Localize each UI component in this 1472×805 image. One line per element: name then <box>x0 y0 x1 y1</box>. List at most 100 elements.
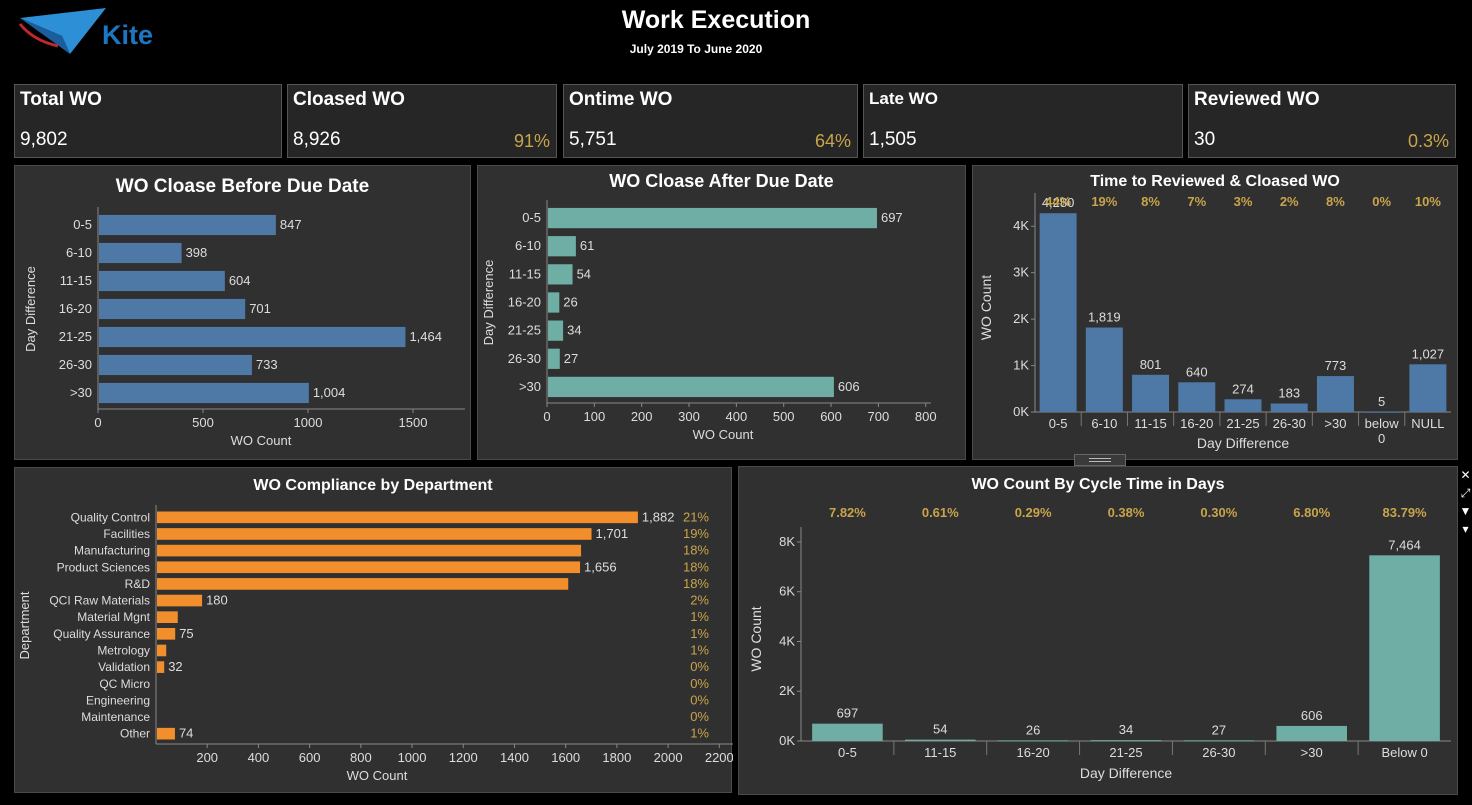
bar <box>99 382 309 404</box>
category-label: Engineering <box>86 693 150 707</box>
chart-title: WO Compliance by Department <box>253 477 493 494</box>
data-label: 733 <box>256 357 278 372</box>
x-tick-label: 300 <box>678 409 700 424</box>
expand-icon[interactable]: ⤢ <box>1459 484 1472 502</box>
data-label: 1,656 <box>584 559 617 574</box>
category-label: 0-5 <box>73 217 92 232</box>
bar <box>548 376 834 398</box>
bar <box>812 723 883 741</box>
chart-before-due[interactable]: 0-5 847 6-10 398 11-15 604 16-20 701 21-25 1,464 2… <box>15 166 472 461</box>
close-icon[interactable]: ✕ <box>1459 466 1472 484</box>
bar <box>157 611 178 624</box>
bar <box>157 644 167 657</box>
data-label: 27 <box>1212 722 1226 737</box>
x-tick-label: 500 <box>192 415 214 430</box>
category-label: 0-5 <box>838 745 857 760</box>
data-label: 398 <box>186 245 208 260</box>
bar <box>1039 213 1077 412</box>
data-label: 1,027 <box>1412 346 1445 361</box>
bar <box>1409 364 1447 412</box>
percent-label: 21% <box>683 509 709 524</box>
bar <box>905 739 976 741</box>
x-tick-label: 600 <box>299 750 321 765</box>
data-label: 27 <box>564 351 578 366</box>
percent-label: 2% <box>690 593 709 608</box>
date-range: July 2019 To June 2020 <box>629 42 763 56</box>
y-axis-title: Department <box>17 591 32 659</box>
percent-label: 0.61% <box>922 505 959 520</box>
category-label: 21-25 <box>1109 745 1142 760</box>
y-tick-label: 4K <box>1013 218 1029 233</box>
x-axis-title: Day Difference <box>1080 765 1173 781</box>
category-label: 26-30 <box>1273 416 1306 431</box>
category-label: Material Mgnt <box>77 610 150 624</box>
percent-label: 7.82% <box>829 505 866 520</box>
kpi-late-wo[interactable]: Late WO 1,505 <box>863 84 1183 158</box>
chart-panel-before-due[interactable]: 0-5 847 6-10 398 11-15 604 16-20 701 21-25 1,464 2… <box>14 165 471 460</box>
kpi-label: Total WO <box>20 89 102 110</box>
category-label: Manufacturing <box>74 544 150 558</box>
chart-panel-cycle-time[interactable]: 0K 2K 4K 6K 8K 697 0-5 7.82% 54 11-15 0.61% 26 16-20… <box>738 466 1458 795</box>
x-tick-label: 1200 <box>449 750 478 765</box>
chart-panel-department[interactable]: Quality Control 1,882 21% Facilities 1,701 19… <box>14 467 733 794</box>
y-tick-label: 1K <box>1013 358 1029 373</box>
category-label: >30 <box>519 379 541 394</box>
y-axis-title: Day Difference <box>481 260 496 346</box>
category-label: 21-25 <box>59 329 92 344</box>
category-label: 26-30 <box>59 357 92 372</box>
category-label: R&D <box>125 577 151 591</box>
more-options-icon[interactable]: ▾ <box>1459 520 1472 538</box>
percent-label: 0% <box>690 676 709 691</box>
bar <box>157 661 165 673</box>
kpi-value: 30 <box>1194 129 1216 150</box>
y-tick-label: 0K <box>779 733 795 748</box>
chart-department[interactable]: Quality Control 1,882 21% Facilities 1,701 19… <box>15 468 733 794</box>
chart-time-to-reviewed[interactable]: 0K1K2K3K4K4,2800-544%1,8196-1019%80111-1… <box>973 166 1459 461</box>
kpi-total-wo[interactable]: Total WO 9,802 <box>14 84 282 158</box>
y-tick-label: 8K <box>779 534 795 549</box>
category-label: 11-15 <box>509 266 541 281</box>
x-tick-label: 800 <box>350 750 372 765</box>
y-tick-label: 2K <box>779 683 795 698</box>
category-label: Validation <box>98 660 150 674</box>
data-label: 74 <box>179 726 193 741</box>
chart-title: WO Count By Cycle Time in Days <box>971 476 1225 493</box>
panel-resize-handle[interactable] <box>1074 454 1126 466</box>
bar <box>99 298 246 320</box>
kpi-ontime-wo[interactable]: Ontime WO 5,751 64% <box>563 84 858 158</box>
x-tick-label: 1000 <box>398 750 427 765</box>
percent-label: 1% <box>690 642 709 657</box>
kpi-reviewed-wo[interactable]: Reviewed WO 30 0.3% <box>1188 84 1456 158</box>
chart-after-due[interactable]: 0-5 697 6-10 61 11-15 54 16-20 26 21-25 34 26-30 27… <box>478 166 967 461</box>
percent-label: 18% <box>683 543 709 558</box>
chart-panel-time-to-reviewed[interactable]: 0K 1K 2K 3K 4K 4,280 0-5 44% 1,819 6-10 19% 801 11-1… <box>972 165 1458 460</box>
data-label: 54 <box>933 722 947 737</box>
category-label: QC Micro <box>99 677 150 691</box>
side-toolbar: ✕ ⤢ ▼ ▾ <box>1459 466 1472 550</box>
x-tick-label: 0 <box>94 415 101 430</box>
bar <box>548 320 564 341</box>
category-label: Metrology <box>97 643 150 657</box>
filter-icon[interactable]: ▼ <box>1459 502 1472 520</box>
bar <box>1085 327 1123 412</box>
data-label: 183 <box>1278 386 1300 401</box>
kpi-closed-wo[interactable]: Cloased WO 8,926 91% <box>287 84 557 158</box>
data-label: 34 <box>567 323 581 338</box>
chart-cycle-time[interactable]: 0K 2K 4K 6K 8K 697 0-5 7.82% 54 11-15 0.61% 26 16-20… <box>739 467 1459 796</box>
data-label: 1,882 <box>642 509 675 524</box>
x-tick-label: 700 <box>868 409 890 424</box>
data-label: 1,464 <box>409 329 442 344</box>
category-label: Other <box>120 727 150 741</box>
category-label: 6-10 <box>1091 416 1117 431</box>
kpi-label: Late WO <box>869 89 938 108</box>
data-label: 274 <box>1232 381 1254 396</box>
data-label: 1,004 <box>313 385 346 400</box>
chart-panel-after-due[interactable]: 0-5 697 6-10 61 11-15 54 16-20 26 21-25 34 26-30 27… <box>477 165 966 460</box>
bar <box>1369 555 1440 741</box>
kpi-value: 8,926 <box>293 129 341 150</box>
bar <box>997 740 1069 742</box>
x-axis-title: Day Difference <box>1197 435 1290 451</box>
category-label: QCI Raw Materials <box>49 594 150 608</box>
percent-label: 6.80% <box>1293 505 1330 520</box>
x-tick-label: 600 <box>820 409 842 424</box>
